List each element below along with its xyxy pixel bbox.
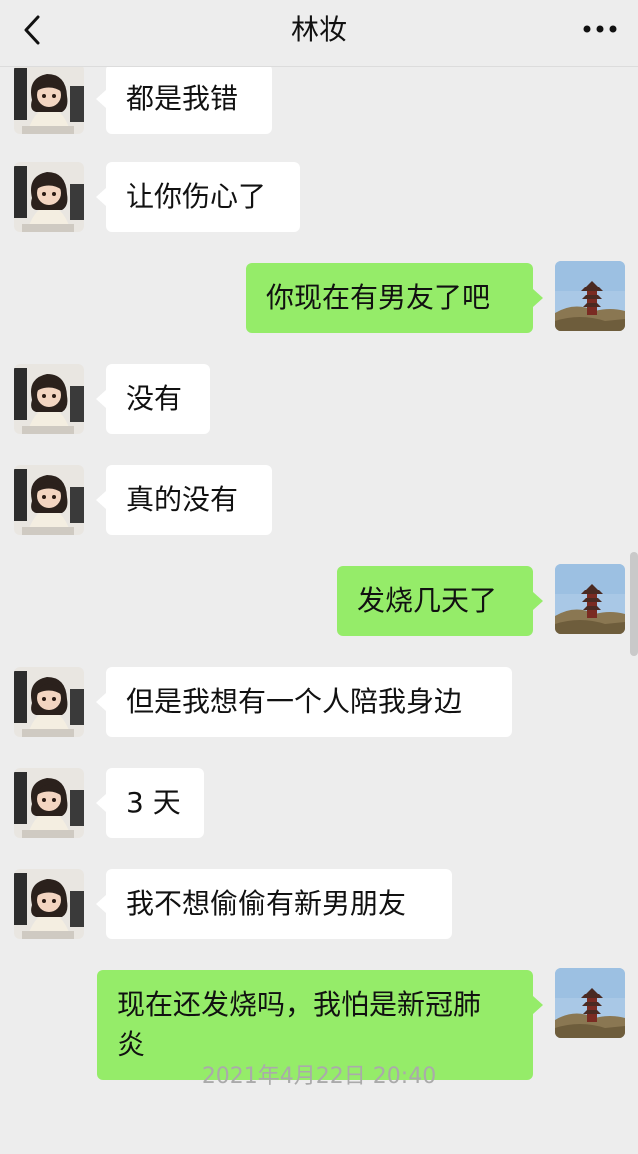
scrollbar[interactable] xyxy=(630,552,638,656)
outgoing-message-bubble[interactable]: 发烧几天了 xyxy=(337,566,543,636)
incoming-message-bubble[interactable]: 都是我错 xyxy=(96,67,272,134)
message-list[interactable]: 都是我错让你伤心了你现在有男友了吧 没有真的没有 发烧几天了但是我想有一个人陪我身边… xyxy=(0,67,638,1154)
message-row: 但是我想有一个人陪我身边 xyxy=(0,667,638,737)
message-row: 让你伤心了 xyxy=(0,162,638,232)
more-button[interactable] xyxy=(580,14,620,44)
contact-avatar[interactable] xyxy=(14,667,84,737)
contact-avatar[interactable] xyxy=(14,162,84,232)
my-avatar[interactable] xyxy=(555,968,625,1038)
message-row: 没有 xyxy=(0,364,638,434)
incoming-message-bubble[interactable]: 让你伤心了 xyxy=(96,162,300,232)
message-row: 你现在有男友了吧 xyxy=(0,263,638,333)
contact-avatar[interactable] xyxy=(14,768,84,838)
message-row: 发烧几天了 xyxy=(0,566,638,636)
incoming-message-bubble[interactable]: 没有 xyxy=(96,364,210,434)
message-row: 我不想偷偷有新男朋友 xyxy=(0,869,638,939)
my-avatar[interactable] xyxy=(555,261,625,331)
more-dots-icon xyxy=(583,25,617,33)
my-avatar[interactable] xyxy=(555,564,625,634)
incoming-message-bubble[interactable]: 3 天 xyxy=(96,768,204,838)
message-row: 3 天 xyxy=(0,768,638,838)
outgoing-message-bubble[interactable]: 你现在有男友了吧 xyxy=(246,263,543,333)
contact-avatar[interactable] xyxy=(14,67,84,134)
incoming-message-bubble[interactable]: 但是我想有一个人陪我身边 xyxy=(96,667,512,737)
contact-avatar[interactable] xyxy=(14,869,84,939)
contact-avatar[interactable] xyxy=(14,364,84,434)
chat-title: 林妆 xyxy=(290,13,347,46)
incoming-message-bubble[interactable]: 我不想偷偷有新男朋友 xyxy=(96,869,452,939)
timestamp: 2021年4月22日 20:40 xyxy=(201,1064,437,1089)
contact-avatar[interactable] xyxy=(14,465,84,535)
message-row: 都是我错 xyxy=(0,67,638,134)
chat-header: 林妆 xyxy=(0,0,638,67)
incoming-message-bubble[interactable]: 真的没有 xyxy=(96,465,272,535)
message-row: 真的没有 xyxy=(0,465,638,535)
